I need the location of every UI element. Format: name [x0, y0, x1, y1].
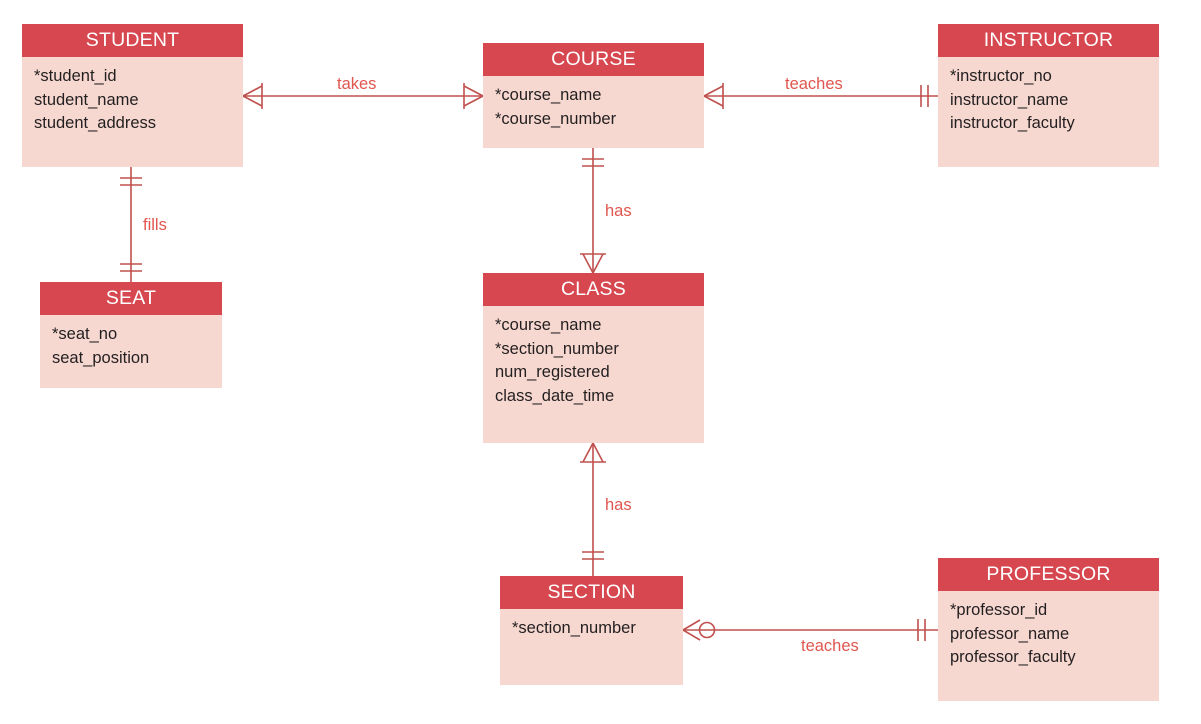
attribute: student_name — [34, 90, 139, 109]
attribute: *section_number — [495, 339, 619, 358]
entity-instructor[interactable]: INSTRUCTOR *instructor_no instructor_nam… — [938, 24, 1159, 167]
crowsfoot-course-teaches — [703, 83, 724, 109]
entity-professor[interactable]: PROFESSOR *professor_id professor_name p… — [938, 558, 1159, 701]
entity-professor-attributes: *professor_id professor_name professor_f… — [938, 591, 1159, 701]
entity-course-attributes: *course_name *course_number — [483, 76, 704, 148]
oneandonlyone-section-has — [582, 551, 604, 560]
attribute: *student_id — [34, 67, 117, 85]
crowsfoot-course-takes — [463, 83, 484, 109]
entity-student-title: STUDENT — [22, 24, 243, 57]
relationship-label-teaches-professor: teaches — [798, 636, 862, 656]
crowsfoot-student-takes — [242, 83, 263, 109]
entity-seat-attributes: *seat_no seat_position — [40, 315, 222, 388]
attribute: instructor_name — [950, 90, 1069, 109]
attribute: seat_position — [52, 348, 150, 367]
attribute: *seat_no — [52, 325, 118, 343]
entity-section-title: SECTION — [500, 576, 683, 609]
attribute: professor_name — [950, 624, 1070, 643]
attribute: student_address — [34, 114, 157, 132]
crowsfoot-class-has-section — [580, 442, 606, 463]
entity-seat-title: SEAT — [40, 282, 222, 315]
er-diagram-canvas: STUDENT *student_id student_name student… — [0, 0, 1201, 724]
entity-instructor-attributes: *instructor_no instructor_name instructo… — [938, 57, 1159, 167]
entity-class-title: CLASS — [483, 273, 704, 306]
attribute: *course_name — [495, 316, 602, 334]
entity-section[interactable]: SECTION *section_number — [500, 576, 683, 685]
crowsfoot-class-has-course — [580, 253, 606, 274]
oneandonlyone-instructor-teaches — [920, 85, 929, 107]
entity-instructor-title: INSTRUCTOR — [938, 24, 1159, 57]
entity-section-attributes: *section_number — [500, 609, 683, 685]
entity-seat[interactable]: SEAT *seat_no seat_position — [40, 282, 222, 388]
oneandonlyone-course-has — [582, 158, 604, 167]
entity-student[interactable]: STUDENT *student_id student_name student… — [22, 24, 243, 167]
relationship-label-teaches-instructor: teaches — [782, 74, 846, 94]
attribute: *instructor_no — [950, 67, 1052, 85]
entity-class-attributes: *course_name *section_number num_registe… — [483, 306, 704, 443]
relationship-label-has-class: has — [602, 201, 635, 221]
attribute: num_registered — [495, 363, 610, 381]
zeroormany-section-teaches — [682, 619, 716, 641]
relationship-label-has-section: has — [602, 495, 635, 515]
attribute: *course_name — [495, 86, 602, 104]
attribute: class_date_time — [495, 386, 615, 405]
relationship-label-takes: takes — [334, 74, 380, 94]
attribute: *professor_id — [950, 601, 1048, 619]
entity-professor-title: PROFESSOR — [938, 558, 1159, 591]
attribute: *course_number — [495, 109, 617, 128]
entity-class[interactable]: CLASS *course_name *section_number num_r… — [483, 273, 704, 443]
entity-course-title: COURSE — [483, 43, 704, 76]
oneandonlyone-professor-teaches — [917, 619, 926, 641]
entity-course[interactable]: COURSE *course_name *course_number — [483, 43, 704, 148]
attribute: professor_faculty — [950, 648, 1076, 666]
attribute: instructor_faculty — [950, 114, 1075, 132]
oneandonlyone-student-fills — [120, 177, 142, 186]
entity-student-attributes: *student_id student_name student_address — [22, 57, 243, 167]
attribute: *section_number — [512, 619, 636, 637]
relationship-label-fills: fills — [140, 215, 170, 235]
oneandonlyone-seat-fills — [120, 263, 142, 272]
